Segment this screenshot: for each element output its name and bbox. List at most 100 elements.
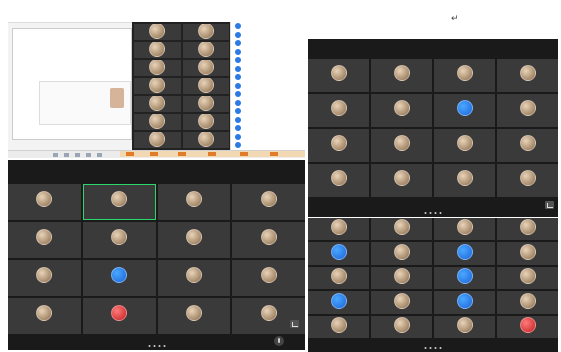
video-tile[interactable] (134, 78, 181, 94)
avatar (235, 142, 241, 149)
video-tile[interactable] (232, 260, 305, 296)
video-tile[interactable] (232, 298, 305, 334)
video-tile[interactable] (434, 291, 495, 314)
video-tile[interactable] (182, 132, 229, 148)
video-tile[interactable] (497, 315, 558, 338)
video-tile[interactable] (182, 42, 229, 58)
window-title-bar (8, 8, 305, 23)
avatar (260, 191, 277, 208)
video-tile[interactable] (497, 59, 558, 92)
video-tile[interactable] (134, 60, 181, 76)
video-tile[interactable] (497, 164, 558, 197)
participant-list-item[interactable] (231, 82, 305, 91)
video-tile[interactable] (82, 260, 156, 296)
taskbar-icon[interactable] (64, 153, 69, 157)
mic-button[interactable] (274, 336, 284, 346)
video-tile[interactable] (308, 164, 369, 197)
video-tile[interactable] (134, 42, 181, 58)
taskbar-icon[interactable] (97, 153, 102, 157)
video-tile[interactable] (371, 94, 432, 127)
video-tile[interactable] (308, 218, 369, 241)
page-dots[interactable] (424, 212, 442, 214)
video-tile[interactable] (371, 315, 432, 338)
video-tile[interactable] (157, 298, 231, 334)
video-tile[interactable] (497, 218, 558, 241)
participant-list-item[interactable] (231, 22, 305, 31)
video-tile[interactable] (134, 96, 181, 112)
video-tile[interactable] (308, 291, 369, 314)
taskbar-icon[interactable] (53, 153, 58, 157)
participant-list-item[interactable] (231, 48, 305, 57)
minimize-button[interactable] (545, 201, 554, 209)
video-tile[interactable] (308, 315, 369, 338)
video-tile[interactable] (8, 222, 81, 258)
taskbar-icon[interactable] (75, 153, 80, 157)
participant-list-item[interactable] (231, 116, 305, 125)
participant-list-item[interactable] (231, 99, 305, 108)
video-tile[interactable] (8, 298, 81, 334)
avatar (393, 169, 410, 186)
video-tile[interactable] (232, 184, 305, 220)
video-tile[interactable] (497, 129, 558, 162)
video-tile[interactable] (371, 129, 432, 162)
video-tile[interactable] (157, 222, 231, 258)
page-dots[interactable] (148, 345, 165, 347)
participant-list-item[interactable] (231, 39, 305, 48)
video-tile[interactable] (434, 164, 495, 197)
video-tile[interactable] (434, 242, 495, 265)
video-tile[interactable] (134, 24, 181, 40)
video-tile[interactable] (308, 129, 369, 162)
video-tile[interactable] (8, 184, 81, 220)
participant-list-item[interactable] (231, 31, 305, 40)
video-tile[interactable] (182, 96, 229, 112)
participant-list-item[interactable] (231, 107, 305, 116)
video-tile[interactable] (434, 59, 495, 92)
page-dots[interactable] (424, 347, 442, 349)
video-tile[interactable] (82, 298, 156, 334)
video-tile[interactable] (308, 242, 369, 265)
participant-list-item[interactable] (231, 124, 305, 133)
video-tile[interactable] (371, 242, 432, 265)
taskbar-icon[interactable] (86, 153, 91, 157)
video-tile[interactable] (182, 24, 229, 40)
video-tile[interactable] (82, 184, 156, 220)
video-tile[interactable] (371, 59, 432, 92)
video-tile[interactable] (308, 59, 369, 92)
video-tile[interactable] (82, 222, 156, 258)
video-tile[interactable] (182, 60, 229, 76)
video-tile[interactable] (434, 315, 495, 338)
video-tile[interactable] (371, 218, 432, 241)
participant-list-item[interactable] (231, 56, 305, 65)
video-tile[interactable] (371, 266, 432, 290)
video-tile[interactable] (182, 78, 229, 94)
video-tile[interactable] (434, 266, 495, 290)
video-tile[interactable] (308, 266, 369, 290)
video-tile[interactable] (497, 94, 558, 127)
avatar (330, 243, 347, 260)
video-tile[interactable] (308, 94, 369, 127)
video-tile[interactable] (497, 291, 558, 314)
participant-list[interactable] (230, 22, 305, 158)
video-tile[interactable] (497, 266, 558, 290)
video-tile[interactable] (434, 218, 495, 241)
avatar (235, 91, 241, 98)
video-tile[interactable] (134, 132, 181, 148)
minimize-button[interactable] (290, 320, 299, 328)
video-tile[interactable] (434, 129, 495, 162)
participant-list-item[interactable] (231, 65, 305, 74)
video-tile[interactable] (157, 184, 231, 220)
video-tile[interactable] (157, 260, 231, 296)
video-tile[interactable] (8, 260, 81, 296)
video-tile[interactable] (371, 164, 432, 197)
avatar (330, 134, 347, 151)
video-tile[interactable] (182, 114, 229, 130)
video-tile[interactable] (371, 291, 432, 314)
participant-list-item[interactable] (231, 90, 305, 99)
video-tile[interactable] (232, 222, 305, 258)
video-tile[interactable] (434, 94, 495, 127)
video-tile[interactable] (497, 242, 558, 265)
participant-list-item[interactable] (231, 73, 305, 82)
video-tile[interactable] (134, 114, 181, 130)
participant-list-item[interactable] (231, 133, 305, 142)
participant-list-item[interactable] (231, 141, 305, 150)
